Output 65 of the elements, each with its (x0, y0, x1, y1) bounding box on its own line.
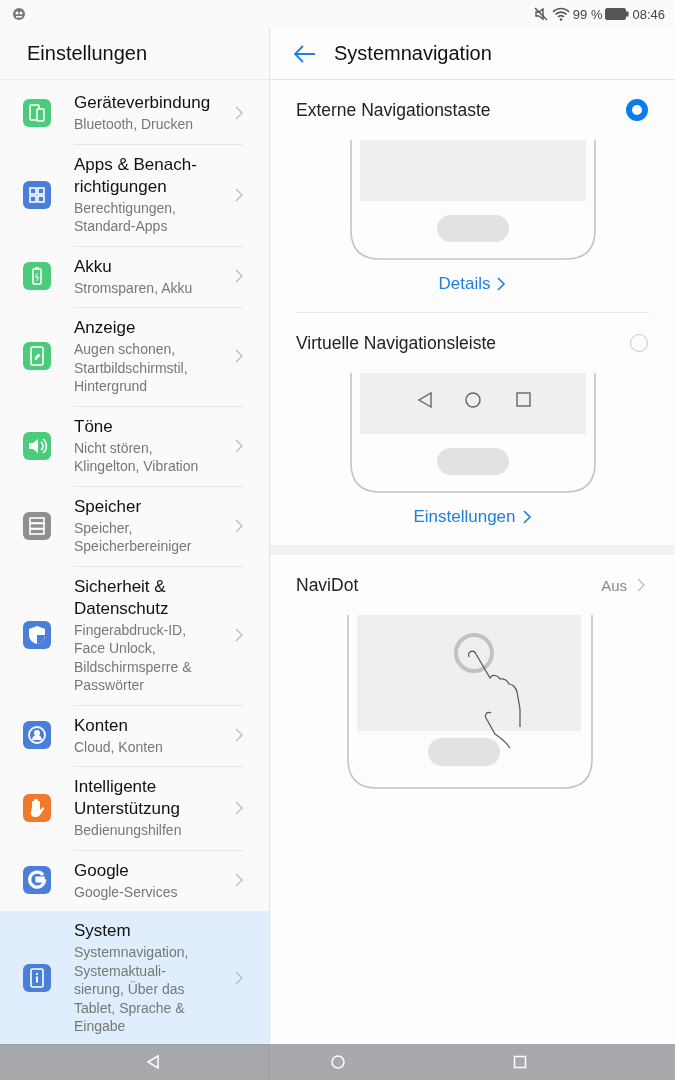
clock: 08:46 (632, 6, 665, 22)
item-subtitle: Bedienungshilfen (74, 821, 183, 840)
settings-item[interactable]: System Systemnavigation, Systemaktuali- sierung, Über das Tablet, Sprache & Eingabe (0, 911, 269, 1046)
chevron-icon (235, 187, 243, 202)
notification-icon (12, 7, 26, 21)
item-title: Akku (74, 255, 113, 278)
option-link[interactable]: Details (438, 260, 507, 312)
settings-item[interactable]: Intelligente Unterstützung Bedienungshilfen (0, 766, 269, 850)
item-subtitle: Cloud, Konten (74, 737, 164, 756)
page-title: Systemnavigation (334, 42, 492, 65)
item-title: System (74, 920, 132, 942)
item-subtitle: Fingerabdruck-ID, Face Unlock, Bildschirmsperre & Passwörter (74, 620, 193, 695)
item-subtitle: Speicher, Speicherbereiniger (74, 518, 193, 556)
option-value: Aus (601, 576, 627, 594)
settings-item[interactable]: Anzeige Augen schonen, Startbildschirmstil, Hintergrund (0, 307, 269, 406)
item-title: Google (74, 859, 130, 882)
recents-nav-button[interactable] (513, 1055, 527, 1069)
item-title: Töne (74, 415, 114, 438)
chevron-icon (235, 873, 243, 888)
option-label: Virtuelle Navigationsleiste (296, 332, 497, 354)
option-link[interactable]: Einstellungen (413, 493, 532, 545)
battery-percent: 99 % (572, 6, 603, 22)
item-subtitle: Google-Services (74, 882, 179, 901)
item-subtitle: Stromsparen, Akku (74, 278, 194, 297)
chevron-icon (496, 277, 507, 291)
chevron-icon (235, 628, 243, 642)
item-title: Speicher (74, 495, 143, 518)
chevron-icon (235, 728, 243, 743)
settings-item[interactable]: Konten Cloud, Konten (0, 704, 269, 766)
chevron-icon (235, 438, 243, 453)
settings-item[interactable]: Speicher Speicher, Speicherbereiniger (0, 485, 269, 566)
chevron-icon (521, 510, 532, 524)
battery-icon (605, 8, 630, 20)
chevron-icon (235, 349, 243, 364)
chevron-icon (235, 269, 243, 284)
chevron-icon (637, 578, 645, 592)
chevron-icon (235, 970, 243, 985)
settings-item[interactable]: Apps & Benach- richtigungen Berechtigungen, Standard-Apps (0, 143, 269, 246)
option-label: NaviDot (296, 574, 359, 596)
mute-icon (532, 6, 549, 22)
chevron-icon (235, 800, 243, 815)
item-title: Geräteverbindung (74, 92, 212, 114)
item-title: Apps & Benach- richtigungen (74, 153, 198, 198)
settings-item[interactable]: Akku Stromsparen, Akku (0, 245, 269, 307)
item-subtitle: Nicht stören, Klingelton, Vibration (74, 438, 200, 476)
item-title: Anzeige (74, 317, 137, 339)
item-title: Sicherheit & Datenschutz (74, 575, 170, 620)
item-subtitle: Systemnavigation, Systemaktuali- sierung, Über das Tablet, Sprache & Eingabe (74, 943, 190, 1036)
item-subtitle: Bluetooth, Drucken (74, 115, 195, 134)
radio-button[interactable] (626, 99, 648, 121)
back-nav-button[interactable] (146, 1055, 160, 1069)
item-title: Intelligente Unterstützung (74, 776, 181, 820)
settings-item[interactable]: Geräteverbindung Bluetooth, Drucken (0, 83, 269, 144)
chevron-icon (235, 518, 243, 533)
item-subtitle: Augen schonen, Startbildschirmstil, Hintergrund (74, 340, 189, 396)
home-nav-button[interactable] (331, 1055, 345, 1069)
option-label: Externe Navigationstaste (296, 99, 491, 121)
wifi-icon (551, 7, 570, 21)
settings-item[interactable]: Sicherheit & Datenschutz Fingerabdruck-ID, Face Unlock, Bildschirmsperre & Passwörter (0, 565, 269, 705)
chevron-icon (235, 105, 243, 120)
sidebar-title: Einstellungen (27, 42, 148, 65)
settings-item[interactable]: Töne Nicht stören, Klingelton, Vibration (0, 405, 269, 486)
item-title: Konten (74, 714, 129, 737)
back-button[interactable] (294, 44, 316, 63)
item-subtitle: Berechtigungen, Standard-Apps (74, 198, 177, 236)
